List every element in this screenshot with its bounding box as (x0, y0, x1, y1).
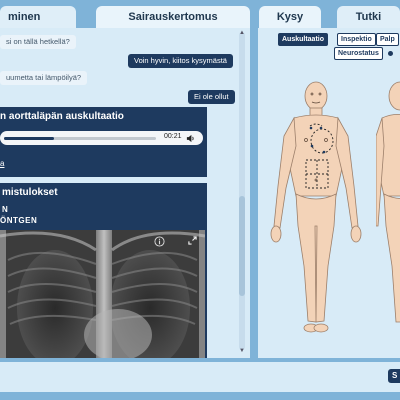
info-icon[interactable] (154, 236, 165, 247)
audio-progress-track[interactable] (4, 137, 156, 140)
chat-message-incoming: uumetta tai lämpöilyä? (0, 71, 88, 85)
exam-mode-auskultaatio-button[interactable]: Auskultaatio (278, 33, 329, 46)
audio-card-link[interactable]: a (0, 159, 4, 168)
volume-icon[interactable] (186, 134, 195, 143)
body-front-figure[interactable] (266, 76, 366, 346)
expand-icon[interactable] (188, 236, 197, 245)
chat-message-outgoing: Voin hyvin, kiitos kysymästä (128, 54, 233, 68)
exam-mode-palp-button[interactable]: Palp (376, 33, 399, 46)
xray-image[interactable] (0, 230, 205, 358)
tab-examine[interactable]: Tutki (337, 6, 400, 28)
footer-bar: S (0, 362, 400, 392)
chat-message-outgoing: Ei ole ollut (188, 90, 235, 104)
exam-mode-neurostatus-button[interactable]: Neurostatus (334, 47, 383, 60)
tab-partial-left[interactable]: minen (0, 6, 76, 28)
exam-mode-inspektio-button[interactable]: Inspektio (337, 33, 376, 46)
audio-card-title: n aorttaläpän auskultaatio (0, 111, 124, 122)
imaging-card-title: mistulokset (2, 187, 58, 198)
scroll-down-icon[interactable]: ▼ (239, 348, 245, 354)
chat-scrollbar-thumb[interactable] (239, 196, 245, 296)
footer-action-button[interactable]: S (388, 369, 400, 383)
audio-progress-fill (4, 137, 55, 140)
imaging-card-label: N (2, 205, 8, 214)
exam-toggle-dot[interactable] (388, 51, 393, 56)
imaging-card-sublabel: ÖNTGEN (0, 216, 38, 225)
exam-panel: Auskultaatio Inspektio Palp Neurostatus (258, 28, 400, 358)
audio-player[interactable]: 00:21 (0, 131, 203, 145)
audio-card: n aorttaläpän auskultaatio 00:21 a (0, 107, 207, 177)
chat-message-incoming: si on tällä hetkellä? (0, 35, 76, 49)
tab-ask[interactable]: Kysy (259, 6, 321, 28)
tab-history[interactable]: Sairauskertomus (96, 6, 250, 28)
chat-scrollbar[interactable] (239, 32, 245, 350)
audio-time: 00:21 (164, 133, 182, 140)
body-back-figure[interactable] (376, 76, 400, 346)
imaging-card: mistulokset N ÖNTGEN (0, 183, 207, 358)
scroll-up-icon[interactable]: ▲ (239, 30, 245, 36)
chat-panel: si on tällä hetkellä? Voin hyvin, kiitos… (0, 28, 250, 358)
